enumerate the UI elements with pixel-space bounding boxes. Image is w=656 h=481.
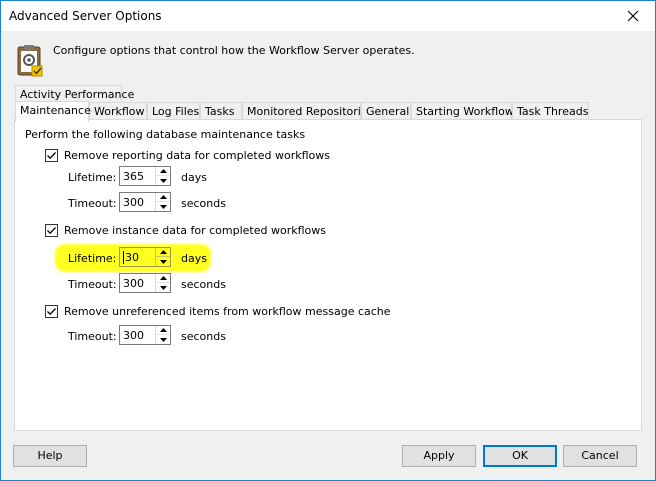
instance-timeout-unit: seconds — [181, 278, 226, 291]
cache-timeout-unit: seconds — [181, 330, 226, 343]
reporting-timeout-label: Timeout: — [68, 197, 117, 210]
reporting-lifetime-spinner[interactable]: 365 — [119, 166, 171, 186]
spinner-value: 300 — [123, 277, 144, 290]
advanced-server-options-dialog: Advanced Server Options Configure option… — [0, 0, 656, 481]
spin-down-button[interactable] — [156, 202, 170, 211]
tab-label: Monitored Repositories — [247, 105, 374, 118]
instance-label: Remove instance data for completed workf… — [64, 224, 326, 237]
arrow-up-icon — [159, 276, 167, 280]
arrow-down-icon — [159, 285, 167, 290]
header-description: Configure options that control how the W… — [53, 44, 415, 57]
spinner-arrows — [155, 274, 170, 292]
tab-label: Activity Performance — [20, 88, 135, 101]
cache-timeout-label: Timeout: — [68, 330, 117, 343]
clipboard-settings-icon — [17, 45, 43, 77]
cache-label: Remove unreferenced items from workflow … — [64, 305, 391, 318]
maintenance-panel — [14, 119, 642, 431]
reporting-lifetime-unit: days — [181, 171, 207, 184]
maintenance-heading: Perform the following database maintenan… — [25, 128, 306, 141]
cancel-button[interactable]: Cancel — [563, 445, 637, 467]
arrow-up-icon — [159, 195, 167, 199]
spinner-value: 30 — [123, 251, 139, 264]
instance-lifetime-spinner[interactable]: 30 — [119, 247, 171, 267]
cache-checkbox[interactable] — [45, 305, 58, 318]
help-button[interactable]: Help — [13, 445, 87, 467]
spinner-arrows — [155, 193, 170, 211]
spin-up-button[interactable] — [156, 274, 170, 283]
close-icon — [627, 10, 639, 22]
instance-timeout-spinner[interactable]: 300 — [119, 273, 171, 293]
spinner-value: 300 — [123, 196, 144, 209]
arrow-down-icon — [159, 337, 167, 342]
tab-label: Workflow — [94, 105, 145, 118]
title-bar: Advanced Server Options — [1, 1, 655, 31]
tab-label: General — [366, 105, 410, 118]
spin-up-button[interactable] — [156, 326, 170, 335]
spin-up-button[interactable] — [156, 167, 170, 176]
spinner-value: 365 — [123, 170, 144, 183]
ok-button[interactable]: OK — [483, 445, 557, 467]
reporting-label: Remove reporting data for completed work… — [64, 149, 330, 162]
tab-label: Task Threads — [517, 105, 589, 118]
arrow-up-icon — [159, 250, 167, 254]
arrow-up-icon — [159, 328, 167, 332]
spinner-arrows — [155, 326, 170, 344]
spin-down-button[interactable] — [156, 257, 170, 266]
arrow-down-icon — [159, 204, 167, 209]
tab-label: Tasks — [205, 105, 235, 118]
reporting-timeout-spinner[interactable]: 300 — [119, 192, 171, 212]
instance-lifetime-unit: days — [181, 252, 207, 265]
window-title: Advanced Server Options — [9, 9, 162, 23]
instance-checkbox[interactable] — [45, 224, 58, 237]
tab-label: Maintenance — [20, 104, 91, 117]
arrow-down-icon — [159, 259, 167, 264]
reporting-timeout-unit: seconds — [181, 197, 226, 210]
apply-button[interactable]: Apply — [402, 445, 476, 467]
tab-maintenance[interactable]: Maintenance — [15, 101, 91, 122]
reporting-checkbox[interactable] — [45, 149, 58, 162]
spinner-arrows — [155, 167, 170, 185]
spin-up-button[interactable] — [156, 193, 170, 202]
instance-lifetime-label: Lifetime: — [68, 252, 117, 265]
instance-timeout-label: Timeout: — [68, 278, 117, 291]
arrow-up-icon — [159, 169, 167, 173]
spin-down-button[interactable] — [156, 335, 170, 344]
cache-timeout-spinner[interactable]: 300 — [119, 325, 171, 345]
close-button[interactable] — [611, 1, 655, 31]
reporting-lifetime-label: Lifetime: — [68, 171, 117, 184]
check-icon — [47, 227, 56, 235]
spinner-arrows — [155, 248, 170, 266]
spin-down-button[interactable] — [156, 176, 170, 185]
arrow-down-icon — [159, 178, 167, 183]
spinner-value: 300 — [123, 329, 144, 342]
tab-label: Starting Workflows — [416, 105, 520, 118]
spin-up-button[interactable] — [156, 248, 170, 257]
spin-down-button[interactable] — [156, 283, 170, 292]
tab-label: Log Files — [152, 105, 200, 118]
check-icon — [47, 152, 56, 160]
check-icon — [47, 308, 56, 316]
